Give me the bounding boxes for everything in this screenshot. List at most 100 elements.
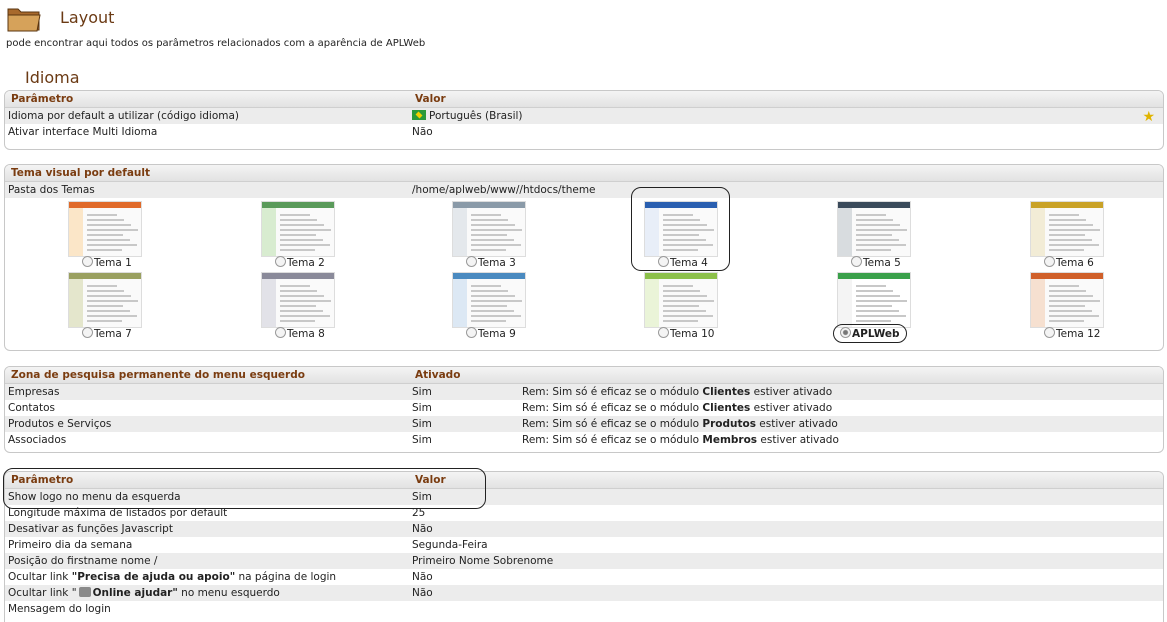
star-icon[interactable]: ★ [1142,110,1155,124]
row-value[interactable]: Não [412,126,433,138]
table-row: Associados Sim Rem: Sim só é eficaz se o m… [5,432,1163,448]
theme-radio[interactable] [275,327,286,338]
theme-option[interactable]: Tema 7 [82,327,132,340]
theme-label: Tema 4 [670,257,708,269]
outros-table: Parâmetro Valor Show logo no menu da esq… [4,471,1164,622]
theme-option[interactable]: Tema 8 [275,327,325,340]
theme-radio[interactable] [658,327,669,338]
theme-radio[interactable] [658,256,669,267]
theme-option[interactable]: Tema 5 [851,256,901,269]
row-value[interactable]: Sim [412,491,432,503]
row-value[interactable]: 25 [412,507,425,519]
theme-option[interactable]: Tema 6 [1044,256,1094,269]
theme-thumbnail[interactable] [452,201,526,257]
theme-option[interactable]: Tema 3 [466,256,516,269]
theme-thumbnail[interactable] [68,272,142,328]
theme-thumbnail[interactable] [68,201,142,257]
row-note: Rem: Sim só é eficaz se o módulo Membros… [522,434,839,446]
table-row: Mensagem do login [5,601,1163,617]
header-param: Parâmetro [11,474,74,486]
theme-option[interactable]: Tema 12 [1044,327,1100,340]
brazil-flag-icon [412,110,426,120]
row-label: Posição do firstname nome / [8,555,158,567]
row-value[interactable]: Sim [412,418,432,430]
theme-thumbnail[interactable] [261,201,335,257]
table-row: Longitude máxima de listados por default… [5,505,1163,521]
row-value[interactable]: Sim [412,434,432,446]
table-row: Pasta dos Temas /home/aplweb/www//htdocs… [5,182,1163,198]
row-value[interactable]: Não [412,523,433,535]
row-label: Longitude máxima de listados por default [8,507,228,519]
row-value[interactable]: Segunda-Feira [412,539,488,551]
row-value: /home/aplweb/www//htdocs/theme [412,184,596,196]
theme-label: Tema 3 [478,257,516,269]
table-row: Produtos e Serviços Sim Rem: Sim só é efic… [5,416,1163,432]
theme-option[interactable]: Tema 10 [658,327,714,340]
theme-label: APLWeb [852,328,900,340]
theme-thumbnail[interactable] [1030,272,1104,328]
theme-radio[interactable] [82,327,93,338]
section-title-idioma: Idioma [25,68,80,87]
table-header: Parâmetro Valor [5,472,1163,489]
header-value: Ativado [415,369,461,381]
theme-thumbnail[interactable] [644,272,718,328]
theme-option[interactable]: Tema 4 [658,256,708,269]
row-label: Associados [8,434,67,446]
theme-radio[interactable] [1044,327,1055,338]
row-label: Contatos [8,402,55,414]
row-value[interactable]: Não [412,571,433,583]
header-param: Zona de pesquisa permanente do menu esqu… [11,369,305,381]
theme-option[interactable]: Tema 2 [275,256,325,269]
row-label: Mensagem do login [8,603,111,615]
theme-radio[interactable] [1044,256,1055,267]
row-value[interactable]: Português (Brasil) [412,110,523,122]
theme-label: Tema 2 [287,257,325,269]
theme-option[interactable]: Tema 1 [82,256,132,269]
theme-thumbnail[interactable] [261,272,335,328]
row-note: Rem: Sim só é eficaz se o módulo Produto… [522,418,838,430]
theme-option[interactable]: Tema 9 [466,327,516,340]
row-value[interactable]: Não [412,587,433,599]
table-row: Desativar as funções Javascript Não [5,521,1163,537]
row-value[interactable]: Primeiro Nome Sobrenome [412,555,553,567]
page-description: pode encontrar aqui todos os parâmetros … [6,38,426,49]
theme-thumbnail[interactable] [837,201,911,257]
book-icon [78,587,91,597]
theme-thumbnail[interactable] [837,272,911,328]
theme-label: Tema 12 [1056,328,1101,340]
folder-icon [7,8,41,32]
zona-table: Zona de pesquisa permanente do menu esqu… [4,366,1164,453]
header-tema: Tema visual por default [11,167,151,179]
theme-thumbnail[interactable] [644,201,718,257]
table-row: Show logo no menu da esquerda Sim [5,489,1163,505]
row-label: Primeiro dia da semana [8,539,133,551]
theme-label: Tema 9 [478,328,516,340]
theme-radio[interactable] [840,327,851,338]
row-label: Desativar as funções Javascript [8,523,173,535]
theme-radio[interactable] [466,327,477,338]
theme-radio[interactable] [275,256,286,267]
page-title: Layout [60,8,115,27]
tema-table: Tema visual por default Pasta dos Temas … [4,164,1164,351]
theme-label: Tema 7 [94,328,132,340]
theme-radio[interactable] [851,256,862,267]
row-value[interactable]: Sim [412,402,432,414]
row-value[interactable]: Sim [412,386,432,398]
header-param: Parâmetro [11,93,74,105]
theme-radio[interactable] [466,256,477,267]
theme-label: Tema 1 [94,257,132,269]
table-row: Primeiro dia da semana Segunda-Feira [5,537,1163,553]
table-row: Posição do firstname nome / Primeiro Nome… [5,553,1163,569]
theme-thumbnail[interactable] [1030,201,1104,257]
header-value: Valor [415,93,446,105]
table-header: Parâmetro Valor [5,91,1163,108]
row-label: Empresas [8,386,60,398]
theme-option[interactable]: APLWeb [833,324,907,343]
idioma-table: Parâmetro Valor Idioma por default a uti… [4,90,1164,150]
table-row: Ativar interface Multi Idioma Não [5,124,1163,140]
theme-thumbnail[interactable] [452,272,526,328]
theme-radio[interactable] [82,256,93,267]
row-label: Show logo no menu da esquerda [8,491,181,503]
theme-label: Tema 6 [1056,257,1094,269]
table-row: Idioma por default a utilizar (código id… [5,108,1163,124]
